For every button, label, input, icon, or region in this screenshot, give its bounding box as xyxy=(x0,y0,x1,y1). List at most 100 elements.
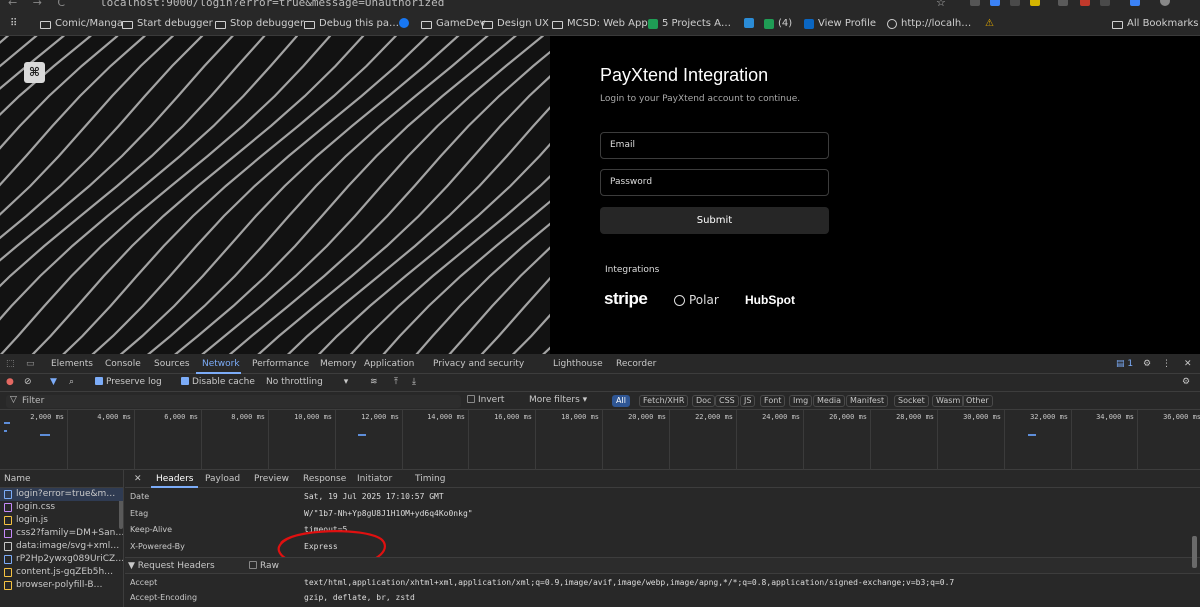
issues-badge[interactable]: ▤ 1 xyxy=(1116,359,1133,369)
tab-headers[interactable]: Headers xyxy=(156,474,193,484)
tab-memory[interactable]: Memory xyxy=(320,359,357,369)
tab-payload[interactable]: Payload xyxy=(205,474,240,484)
request-row[interactable]: login.css xyxy=(0,501,123,514)
network-conditions-icon[interactable]: ≋ xyxy=(370,377,378,387)
record-icon[interactable]: ● xyxy=(6,377,14,387)
bookmark-facebook[interactable] xyxy=(399,18,409,28)
timeline-tick-label: 34,000 ms xyxy=(1096,413,1134,421)
name-column-header[interactable]: Name xyxy=(0,470,123,488)
filter-other[interactable]: Other xyxy=(962,395,993,407)
filter-font[interactable]: Font xyxy=(760,395,786,407)
close-devtools-icon[interactable]: ✕ xyxy=(1184,359,1192,369)
more-options-icon[interactable]: ⋮ xyxy=(1162,359,1171,369)
folder-icon xyxy=(1112,20,1123,29)
more-filters-dropdown[interactable]: More filters ▾ xyxy=(529,395,587,405)
detail-scrollbar[interactable] xyxy=(1192,536,1197,568)
filter-socket[interactable]: Socket xyxy=(894,395,929,407)
tab-application[interactable]: Application xyxy=(364,359,414,369)
all-bookmarks[interactable]: All Bookmarks xyxy=(1112,18,1198,29)
filter-icon[interactable]: ▼ xyxy=(50,377,57,387)
filter-media[interactable]: Media xyxy=(813,395,846,407)
request-headers-section[interactable]: ▼ Request Headers Raw xyxy=(125,557,1200,574)
extension-icon[interactable] xyxy=(990,0,1000,6)
tab-sources[interactable]: Sources xyxy=(154,359,190,369)
filter-fetch-xhr[interactable]: Fetch/XHR xyxy=(639,395,689,407)
tab-elements[interactable]: Elements xyxy=(51,359,93,369)
request-row[interactable]: browser-polyfill-B… xyxy=(0,579,123,592)
extension-icon[interactable] xyxy=(970,0,980,6)
request-row[interactable]: data:image/svg+xml… xyxy=(0,540,123,553)
bookmark-design-ux[interactable]: Design UX xyxy=(482,18,549,29)
url-text[interactable]: localhost:9000/login?error=true&message=… xyxy=(100,0,444,9)
filter-css[interactable]: CSS xyxy=(715,395,739,407)
tab-lighthouse[interactable]: Lighthouse xyxy=(553,359,603,369)
extension-icon[interactable] xyxy=(1010,0,1020,6)
filter-wasm[interactable]: Wasm xyxy=(932,395,965,407)
password-field[interactable]: Password xyxy=(600,169,829,196)
tab-recorder[interactable]: Recorder xyxy=(616,359,656,369)
device-toolbar-icon[interactable]: ▭ xyxy=(26,359,35,369)
raw-checkbox[interactable]: Raw xyxy=(249,561,279,571)
close-detail-icon[interactable]: ✕ xyxy=(134,474,142,484)
request-row[interactable]: css2?family=DM+San… xyxy=(0,527,123,540)
bookmark-debug-this-page[interactable]: Debug this pa… xyxy=(304,18,399,29)
bookmark-notifications[interactable]: (4) xyxy=(764,18,792,29)
bookmark-localhost[interactable]: http://localh… xyxy=(887,18,971,29)
tab-timing[interactable]: Timing xyxy=(415,474,445,484)
network-overview-timeline[interactable]: 2,000 ms 4,000 ms 6,000 ms 8,000 ms 10,000 m… xyxy=(0,410,1200,470)
tab-performance[interactable]: Performance xyxy=(252,359,309,369)
invert-checkbox[interactable]: Invert xyxy=(467,395,504,405)
filter-all[interactable]: All xyxy=(612,395,630,407)
extension-icon[interactable] xyxy=(1030,0,1040,6)
request-name: login.js xyxy=(16,515,48,525)
tab-initiator[interactable]: Initiator xyxy=(357,474,392,484)
tab-console[interactable]: Console xyxy=(105,359,141,369)
tab-response[interactable]: Response xyxy=(303,474,346,484)
bookmark-gamedev[interactable]: GameDev xyxy=(421,18,486,29)
bookmark-start-debugger[interactable]: Start debugger xyxy=(122,18,213,29)
preserve-log-checkbox[interactable]: Preserve log xyxy=(95,377,162,387)
bookmark-w[interactable] xyxy=(744,18,754,28)
tab-privacy-security[interactable]: Privacy and security xyxy=(433,359,524,369)
address-bar[interactable]: ← → C localhost:9000/login?error=true&me… xyxy=(0,0,1200,13)
request-row[interactable]: content.js-gqZEb5h… xyxy=(0,566,123,579)
bookmark-5-projects[interactable]: 5 Projects A… xyxy=(648,18,731,29)
wave-line xyxy=(174,36,517,354)
bookmark-mcsd[interactable]: MCSD: Web App… xyxy=(552,18,658,29)
back-forward-icons[interactable]: ← → C xyxy=(8,0,71,9)
throttling-select[interactable]: No throttling ▾ xyxy=(266,377,348,387)
network-settings-gear-icon[interactable]: ⚙ xyxy=(1182,377,1190,387)
request-row[interactable]: rP2Hp2ywxg089UriCZ… xyxy=(0,553,123,566)
tab-network[interactable]: Network xyxy=(202,359,240,369)
extension-icon[interactable] xyxy=(1080,0,1090,6)
profile-avatar-icon[interactable] xyxy=(1160,0,1170,6)
bookmark-view-profile[interactable]: View Profile xyxy=(804,18,876,29)
submit-button[interactable]: Submit xyxy=(600,207,829,234)
filter-input[interactable]: ▽ Filter xyxy=(6,395,461,408)
export-har-icon[interactable]: ⤓ xyxy=(412,377,416,387)
filter-js[interactable]: JS xyxy=(740,395,756,407)
clear-icon[interactable]: ⊘ xyxy=(24,377,32,387)
bookmark-star-icon[interactable]: ☆ xyxy=(936,0,946,9)
bookmark-comic-manga[interactable]: Comic/Manga xyxy=(40,18,123,29)
file-type-icon xyxy=(4,581,12,590)
apps-grid-icon[interactable]: ⠿ xyxy=(10,18,17,29)
email-field[interactable]: Email xyxy=(600,132,829,159)
import-har-icon[interactable]: ⤒ xyxy=(394,377,398,387)
extension-icon[interactable] xyxy=(1130,0,1140,6)
tab-preview[interactable]: Preview xyxy=(254,474,289,484)
extension-icon[interactable] xyxy=(1058,0,1068,6)
request-row[interactable]: login?error=true&m… xyxy=(0,488,123,501)
filter-manifest[interactable]: Manifest xyxy=(846,395,889,407)
app-logo-icon[interactable]: ⌘ xyxy=(24,62,45,83)
filter-doc[interactable]: Doc xyxy=(692,395,716,407)
search-icon[interactable]: ⌕ xyxy=(69,377,74,387)
inspect-element-icon[interactable]: ⬚ xyxy=(6,359,15,369)
request-row[interactable]: login.js xyxy=(0,514,123,527)
bookmark-stop-debugger[interactable]: Stop debugger xyxy=(215,18,304,29)
filter-img[interactable]: Img xyxy=(789,395,813,407)
bookmark-warning[interactable]: ⚠ xyxy=(985,18,994,29)
disable-cache-checkbox[interactable]: Disable cache xyxy=(181,377,255,387)
settings-gear-icon[interactable]: ⚙ xyxy=(1143,359,1151,369)
extension-icon[interactable] xyxy=(1100,0,1110,6)
